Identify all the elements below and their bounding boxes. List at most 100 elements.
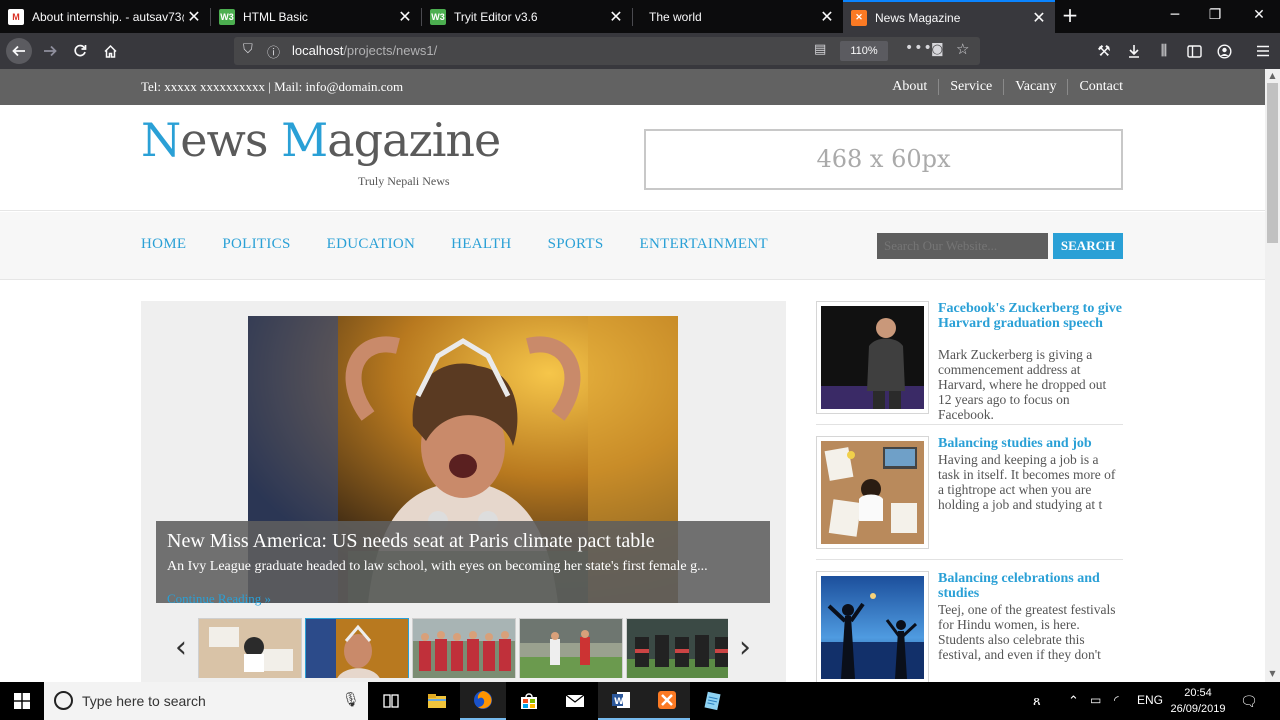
address-bar[interactable]: ⛉ ⓘ localhost/projects/news1/ ▤ 110% •••… [234,37,980,65]
news-item[interactable]: Balancing studies and job Having and kee… [816,436,1123,549]
continue-reading-link[interactable]: Continue Reading » [167,591,271,607]
zoom-indicator[interactable]: 110% [840,41,888,61]
news-excerpt: Mark Zuckerberg is giving a commencement… [938,347,1107,422]
page-scrollbar[interactable]: ▲ ▼ [1265,69,1280,682]
reload-button[interactable] [67,38,93,64]
chevron-up-icon[interactable]: ⌃ [1068,693,1079,709]
wifi-icon[interactable]: ◜ [1114,693,1119,707]
taskbar-search-placeholder: Type here to search [82,693,206,709]
people-icon[interactable]: ጸ [1033,693,1041,709]
firefox-icon[interactable] [460,682,506,720]
start-button[interactable] [0,682,44,720]
top-links: About Service Vacany Contact [881,79,1123,95]
wrench-icon[interactable]: ⚒ [1091,38,1117,64]
back-button[interactable] [6,38,32,64]
arrow-right-icon [44,45,57,57]
restore-button[interactable]: ❐ [1192,0,1238,33]
page-actions-icon[interactable]: ••• [905,40,933,56]
account-icon[interactable] [1211,38,1237,64]
close-icon[interactable]: ✕ [395,7,415,27]
file-explorer-icon[interactable] [414,682,460,720]
shield-icon[interactable]: ⛉ [243,42,253,57]
top-link-vacany[interactable]: Vacany [1003,79,1067,95]
store-icon[interactable] [506,682,552,720]
clock-time: 20:54 [1184,687,1212,699]
scroll-down-icon[interactable]: ▼ [1268,669,1277,678]
slider-thumb-1[interactable] [198,618,302,678]
notification-icon[interactable]: 🗨 [1240,693,1258,710]
slider-prev-arrow[interactable]: ‹ [171,633,191,663]
sidebar-icon[interactable] [1181,38,1207,64]
close-icon[interactable]: ✕ [817,7,837,27]
news-title[interactable]: Balancing studies and job [938,436,1123,451]
search-button[interactable]: SEARCH [1053,233,1123,259]
cortana-icon [54,691,73,710]
close-icon[interactable]: ✕ [184,7,204,27]
nav-politics[interactable]: POLITICS [222,236,290,253]
top-link-contact[interactable]: Contact [1067,79,1123,95]
top-link-about[interactable]: About [881,79,938,95]
close-window-button[interactable]: ✕ [1236,0,1280,33]
tab-gmail[interactable]: M About internship. - autsav73@ ✕ [0,0,210,33]
new-tab-button[interactable]: + [1058,4,1082,28]
tab-tryit-editor[interactable]: W3 Tryit Editor v3.6 ✕ [422,0,632,33]
menu-icon[interactable] [1250,38,1276,64]
xampp-icon[interactable] [644,682,690,720]
slider-thumb-3[interactable] [412,618,516,678]
nav-entertainment[interactable]: ENTERTAINMENT [640,236,768,253]
task-view-icon[interactable] [368,682,414,720]
nav-sports[interactable]: SPORTS [548,236,604,253]
news-thumbnail[interactable] [816,571,929,682]
tab-html-basic[interactable]: W3 HTML Basic ✕ [211,0,421,33]
site-tagline: Truly Nepali News [358,174,450,188]
mail-icon[interactable] [552,682,598,720]
nav-education[interactable]: EDUCATION [327,236,416,253]
nav-home[interactable]: HOME [141,236,186,253]
taskbar-search[interactable]: Type here to search 🎙 [44,682,368,720]
bookmark-star-icon[interactable]: ☆ [956,40,969,58]
slider-next-arrow[interactable]: › [735,633,755,663]
word-icon[interactable]: W [598,682,644,720]
forward-button[interactable] [37,38,63,64]
slider-thumbnails [198,618,728,678]
nav-health[interactable]: HEALTH [451,236,511,253]
language-indicator[interactable]: ENG [1137,693,1163,707]
top-link-service[interactable]: Service [938,79,1003,95]
browser-tab-strip: M About internship. - autsav73@ ✕ W3 HTM… [0,0,1280,33]
news-item[interactable]: Balancing celebrations and studies Teej,… [816,571,1123,682]
search-input[interactable] [877,233,1048,259]
url-text[interactable]: localhost/projects/news1/ [292,43,437,58]
info-icon[interactable]: ⓘ [267,42,280,61]
site-logo[interactable]: News Magazine [141,113,501,167]
taskbar-clock[interactable]: 20:54 26/09/2019 [1162,685,1234,717]
download-icon[interactable] [1121,38,1147,64]
slider-thumb-4[interactable] [519,618,623,678]
close-icon[interactable]: ✕ [606,7,626,27]
news-thumbnail[interactable] [816,301,929,414]
slide-title[interactable]: New Miss America: US needs seat at Paris… [167,530,655,553]
news-title[interactable]: Facebook's Zuckerberg to give Harvard gr… [938,301,1123,331]
divider [816,424,1123,425]
library-icon[interactable]: ⫼ [1151,38,1177,64]
news-title[interactable]: Balancing celebrations and studies [938,571,1123,601]
news-item[interactable]: Facebook's Zuckerberg to give Harvard gr… [816,301,1123,422]
news-thumbnail[interactable] [816,436,929,549]
slider-thumb-2[interactable] [305,618,409,678]
slider-thumb-5[interactable] [626,618,728,678]
tab-title: About internship. - autsav73@ [32,9,184,24]
tab-the-world[interactable]: The world ✕ [633,0,843,33]
tab-news-magazine[interactable]: ✕ News Magazine ✕ [843,0,1055,33]
slide-excerpt: An Ivy League graduate headed to law sch… [167,559,708,574]
close-icon[interactable]: ✕ [1029,8,1049,28]
notepad-icon[interactable] [690,682,736,720]
battery-icon[interactable]: ▭ [1090,693,1101,707]
windows-logo-icon [14,693,30,709]
news-excerpt: Teej, one of the greatest festivals for … [938,602,1116,662]
scrollbar-thumb[interactable] [1267,83,1278,243]
scroll-up-icon[interactable]: ▲ [1268,71,1277,80]
gmail-icon: M [8,8,24,25]
reader-view-icon[interactable]: ▤ [814,42,826,57]
microphone-icon[interactable]: 🎙 [342,692,360,708]
pocket-icon[interactable]: ◙ [931,42,944,57]
home-button[interactable] [97,38,123,64]
